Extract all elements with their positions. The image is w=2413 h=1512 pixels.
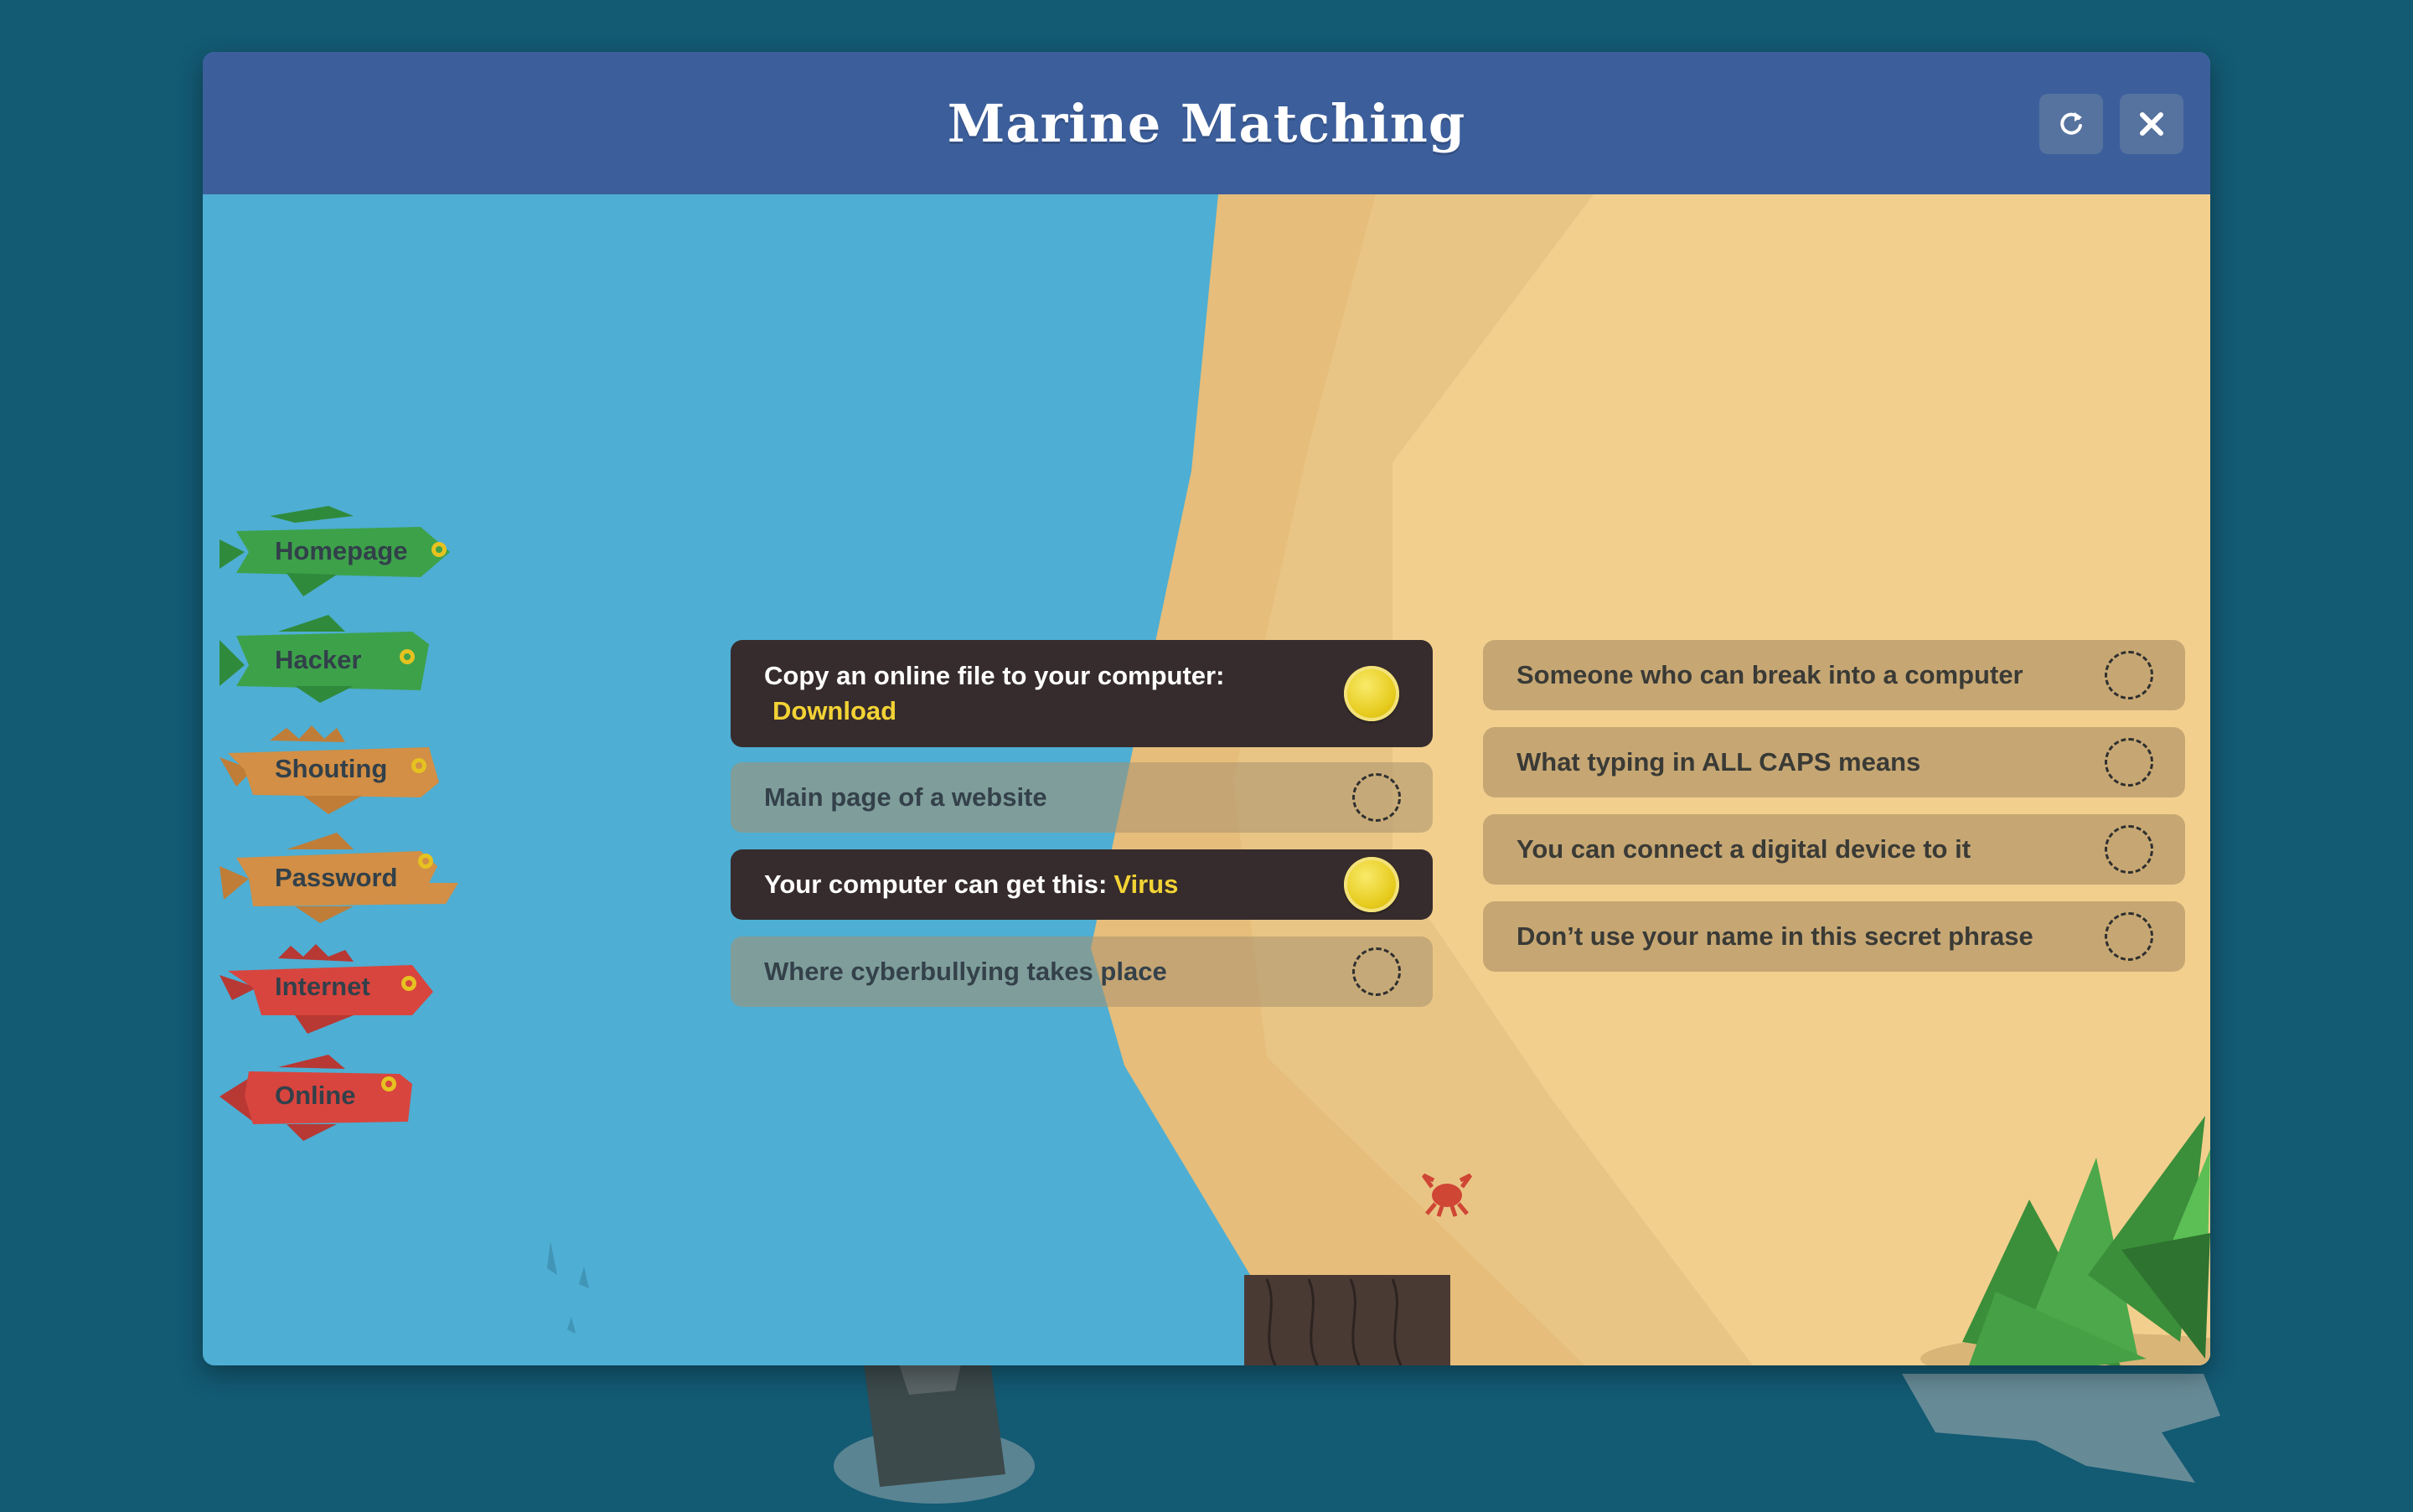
fish-eye-icon — [401, 976, 416, 991]
clue-text: Copy an online file to your computer: — [764, 661, 1225, 690]
clue-card-internet[interactable]: You can connect a digital device to it — [1483, 814, 2185, 885]
game-title: Marine Matching — [947, 92, 1466, 154]
clue-card-download[interactable]: Copy an online file to your computer: Do… — [731, 640, 1433, 747]
fish-eye-icon — [400, 649, 415, 664]
clue-text: Main page of a website — [764, 782, 1047, 812]
fish-word-hacker[interactable]: Hacker — [220, 615, 429, 707]
refresh-icon — [2060, 112, 2082, 135]
clue-card-virus[interactable]: Your computer can get this: Virus — [731, 849, 1433, 920]
drop-slot[interactable] — [1352, 773, 1401, 822]
clue-card-homepage[interactable]: Main page of a website — [731, 762, 1433, 833]
drop-slot[interactable] — [2105, 912, 2153, 961]
close-icon — [2140, 112, 2163, 136]
clue-card-hacker[interactable]: Someone who can break into a computer — [1483, 640, 2185, 710]
close-button[interactable] — [2120, 94, 2183, 154]
clue-text: What typing in ALL CAPS means — [1517, 747, 1921, 777]
fish-label: Password — [275, 863, 398, 892]
fish-word-password[interactable]: Password — [220, 833, 458, 925]
clue-text: Don’t use your name in this secret phras… — [1517, 921, 2033, 951]
fish-label: Hacker — [275, 645, 362, 674]
game-window: Marine Matching Homepage Hacker Shouting… — [203, 52, 2210, 1365]
drop-slot[interactable] — [1352, 947, 1401, 996]
fish-word-shouting[interactable]: Shouting — [220, 724, 446, 816]
fish-word-online[interactable]: Online — [220, 1050, 429, 1143]
drop-slot[interactable] — [2105, 738, 2153, 787]
drop-slot[interactable] — [2105, 825, 2153, 874]
matched-answer: Virus — [1113, 870, 1179, 899]
refresh-button[interactable] — [2039, 94, 2103, 154]
fish-eye-icon — [411, 758, 426, 773]
fish-label: Shouting — [275, 754, 388, 783]
fish-eye-icon — [418, 854, 433, 869]
title-bar: Marine Matching — [203, 52, 2210, 194]
fish-eye-icon — [431, 542, 447, 557]
drop-slot[interactable] — [2105, 651, 2153, 699]
clue-card-password[interactable]: Don’t use your name in this secret phras… — [1483, 901, 2185, 972]
fish-label: Homepage — [275, 536, 408, 565]
fish-eye-icon — [381, 1076, 396, 1091]
matched-answer: Download — [772, 696, 897, 725]
fish-word-homepage[interactable]: Homepage — [220, 506, 450, 598]
fish-label: Online — [275, 1081, 356, 1110]
clue-text: Your computer can get this: — [764, 870, 1108, 899]
wooden-dock — [1244, 1275, 1450, 1365]
fish-word-internet[interactable]: Internet — [220, 942, 437, 1034]
play-area: Homepage Hacker Shouting Password Intern… — [203, 194, 2210, 1365]
coin-icon — [1344, 857, 1399, 912]
clue-card-shouting[interactable]: What typing in ALL CAPS means — [1483, 727, 2185, 797]
clue-card-online[interactable]: Where cyberbullying takes place — [731, 937, 1433, 1007]
coin-icon — [1344, 666, 1399, 721]
background-rock — [829, 1340, 1039, 1508]
clue-text: Someone who can break into a computer — [1517, 660, 2023, 689]
fish-label: Internet — [275, 972, 370, 1001]
clue-text: You can connect a digital device to it — [1517, 834, 1971, 864]
clue-text: Where cyberbullying takes place — [764, 957, 1167, 986]
